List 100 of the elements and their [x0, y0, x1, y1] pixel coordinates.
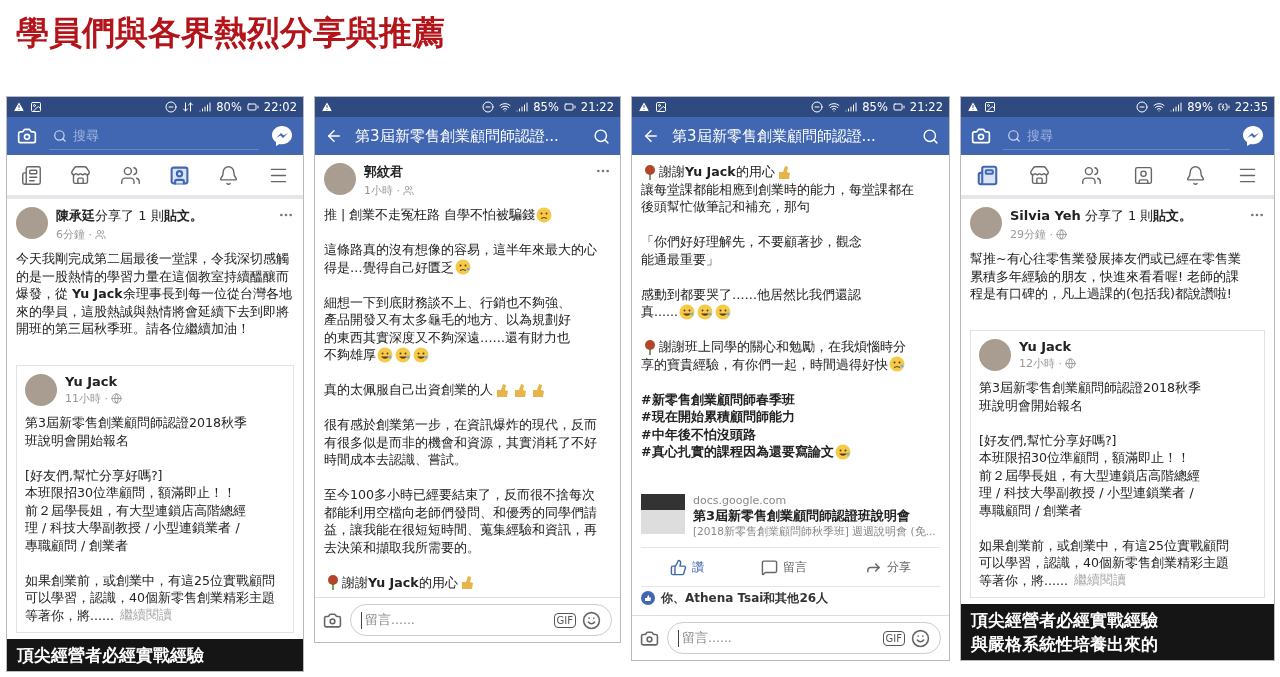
post-text: 幫推~有心往零售業發展捧友們或已經在零售業 — [970, 250, 1241, 268]
post-text: [好友們,幫忙分享好嗎?] — [979, 431, 1117, 449]
speech-bubble-icon — [761, 558, 779, 576]
post-text: 推 | 創業不走冤枉路 自學不怕被騙錢 — [324, 206, 536, 224]
post-text: 累積多年經驗的朋友，快進來看看喔! 老師的課 — [970, 267, 1240, 285]
clock-time: 21:22 — [909, 100, 943, 114]
search-icon[interactable] — [922, 127, 939, 145]
post-text: 去決策和擷取我所需要的。 — [324, 538, 480, 556]
post-text: 有很多似是而非的機會和資源，其實消耗了不好 — [324, 433, 597, 451]
warning-icon — [638, 101, 650, 113]
post-author: Yu Jack — [65, 374, 119, 389]
laughing-emoji-icon — [697, 303, 714, 320]
post-text: 「你們好好理解先，不要顧著抄，觀念 — [641, 233, 862, 251]
post-text: 很有感於創業第一步，在資訊爆炸的現代，反而 — [324, 416, 597, 434]
post-text: 本班限招30位準顧問，額滿即止！！ — [979, 449, 1191, 467]
post-text: 謝謝Yu Jack的用心 — [342, 573, 458, 591]
laughing-emoji-icon — [413, 346, 429, 363]
post-text: 今天我剛完成第二屆最後一堂課，令我深切感觸 — [16, 250, 289, 268]
clock-time: 21:22 — [580, 100, 614, 114]
camera-icon[interactable] — [323, 610, 342, 630]
search-icon[interactable] — [593, 127, 610, 145]
post-text: 前２屆學長姐，有大型連鎖店高階總經 — [25, 501, 246, 519]
store-icon[interactable] — [70, 164, 92, 186]
smiley-icon[interactable] — [582, 610, 601, 630]
post-author: Silvia Yeh 分享了 1 則貼文。 — [1010, 207, 1194, 225]
post-text: 程是有口碑的，凡上過課的(包括我)都說讚啦! — [970, 285, 1232, 303]
messenger-icon[interactable] — [271, 125, 293, 147]
news-feed-icon[interactable] — [21, 164, 43, 186]
camera-icon[interactable] — [971, 126, 991, 146]
signal-icon — [1170, 101, 1183, 113]
post-text: [好友們,幫忙分享好嗎?] — [25, 466, 163, 484]
post-text: 能通最重要」 — [641, 250, 719, 268]
link-thumbnail — [641, 494, 685, 534]
slide-title: 學員們與各界熱烈分享與推薦 — [16, 12, 445, 54]
page-title: 第3屆新零售創業顧問師認證... — [672, 126, 877, 146]
laughing-emoji-icon — [834, 443, 851, 460]
post-time: 6分鐘 · — [56, 227, 92, 242]
post-text: 等著你，將...... — [979, 571, 1069, 589]
worried-emoji-icon — [454, 259, 471, 276]
gif-button[interactable]: GIF — [553, 612, 576, 628]
post-text: 讓每堂課都能相應到創業時的能力，每堂課都在 — [641, 180, 914, 198]
avatar-photo — [16, 207, 48, 239]
post-text: 得是…覺得自己好匱乏 — [324, 258, 454, 276]
post-time: 12小時 · — [1019, 356, 1062, 371]
post-text: 理 / 科技大學副教授 / 小型連鎖業者 / — [979, 484, 1194, 502]
laughing-emoji-icon — [377, 346, 393, 363]
post-text: 班說明會開始報名 — [979, 396, 1083, 414]
like-badge-icon — [641, 591, 655, 605]
person-icon[interactable] — [169, 164, 191, 186]
news-feed-icon[interactable] — [976, 164, 998, 186]
gif-button[interactable]: GIF — [882, 630, 905, 646]
like-button[interactable]: 讚 — [665, 556, 708, 578]
store-icon[interactable] — [1028, 164, 1050, 186]
link-title[interactable]: 第3屆新零售創業顧問師認證班說明會 — [693, 507, 936, 525]
smiley-icon[interactable] — [911, 628, 930, 648]
laughing-emoji-icon — [395, 346, 411, 363]
post-time: 1小時 · — [364, 183, 400, 198]
avatar-photo — [324, 163, 356, 195]
bell-icon[interactable] — [1185, 164, 1207, 186]
post-text: 如果創業前，或創業中，有這25位實戰顧問 — [979, 536, 1230, 554]
person-icon[interactable] — [1133, 164, 1155, 186]
camera-icon[interactable] — [17, 126, 37, 146]
link-domain: docs.google.com — [693, 494, 788, 507]
laughing-emoji-icon — [715, 303, 732, 320]
do-not-disturb-icon — [165, 101, 178, 113]
post-text: 享的寶貴經驗，有你們一起，時間過得好快 — [641, 355, 888, 373]
post-text: #中年後不怕沒頭路 — [641, 425, 756, 443]
post-text: 來的學員，這股熱誠與熱情將會延續下去到即將 — [16, 302, 289, 320]
banner-text: 與嚴格系統性培養出來的 — [971, 633, 1159, 656]
post-text: 感動到都要哭了……他居然比我們還認 — [641, 285, 862, 303]
post-text: 第3屆新零售創業顧問師認證2018秋季 — [25, 414, 248, 432]
battery-percent: 80% — [216, 100, 242, 114]
post-text: #現在開始累積顧問師能力 — [641, 408, 795, 426]
post-text: 至今100多小時已經要結束了，反而很不捨每次 — [324, 486, 596, 504]
people-icon[interactable] — [119, 164, 141, 186]
post-text: 不夠雄厚 — [324, 346, 376, 364]
warning-icon — [321, 101, 333, 113]
post-text: 可以學習，認識，40個新零售創業精彩主題 — [979, 554, 1230, 572]
post-author: Yu Jack — [1019, 339, 1073, 354]
share-button[interactable]: 分享 — [861, 556, 916, 578]
post-text: 真...... — [641, 303, 679, 321]
post-text: 都能利用空檔向老師們發問、和優秀的同學們請 — [324, 503, 597, 521]
post-text: 專職顧問 / 創業者 — [979, 501, 1083, 519]
battery-percent: 85% — [533, 100, 559, 114]
messenger-icon[interactable] — [1242, 125, 1264, 147]
post-text: 時間成本去認識、嘗試。 — [324, 451, 467, 469]
post-text: 本班限招30位準顧問，額滿即止！！ — [25, 484, 237, 502]
reactions-summary[interactable]: 你、Athena Tsai和其他26人 — [661, 589, 829, 607]
page-title: 第3屆新零售創業顧問師認證... — [355, 126, 560, 146]
laughing-emoji-icon — [679, 303, 696, 320]
comment-button[interactable]: 留言 — [757, 556, 812, 578]
do-not-disturb-icon — [482, 101, 495, 113]
signal-icon — [199, 101, 212, 113]
signal-icon — [845, 101, 858, 113]
bell-icon[interactable] — [218, 164, 240, 186]
camera-icon[interactable] — [640, 628, 659, 648]
post-text: 開班的第三屆秋季班。請各位繼續加油！ — [16, 320, 250, 338]
people-icon[interactable] — [1080, 164, 1102, 186]
clock-time: 22:02 — [263, 100, 297, 114]
search-icon — [1007, 128, 1021, 143]
